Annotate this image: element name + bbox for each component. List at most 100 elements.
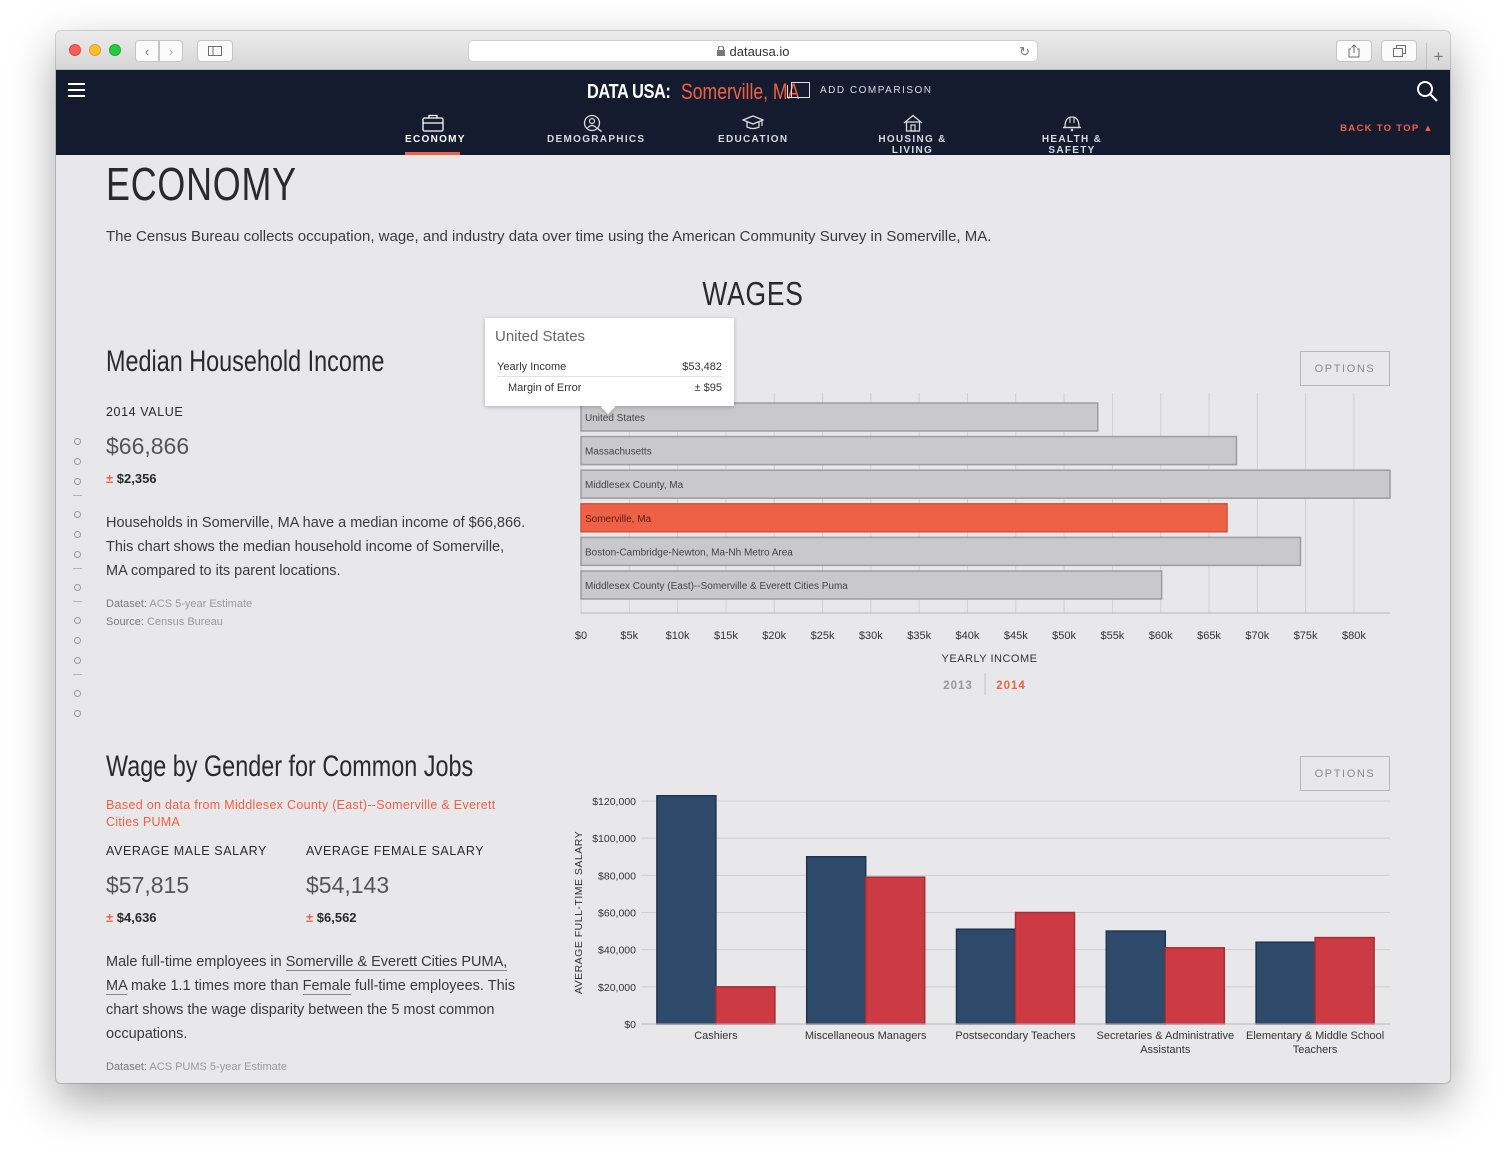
minimize-window-button[interactable] [89,44,101,56]
gender-text: Male full-time employees in [106,954,286,970]
x-tick-label: $65k [1197,630,1221,642]
page-title: ECONOMY [106,158,297,210]
plus-minus-sign: ± [306,910,314,925]
reload-icon[interactable]: ↻ [1019,44,1030,60]
section-dot[interactable] [74,617,81,624]
section-dot[interactable] [74,710,81,717]
female-bar[interactable] [715,986,776,1025]
y-tick-label: $60,000 [598,908,636,920]
dataset-link[interactable]: ACS 5-year Estimate [149,598,252,610]
x-tick-label: $80k [1342,630,1366,642]
x-tick-label: $30k [859,630,883,642]
year-toggle-2013[interactable]: 2013 [943,680,973,692]
back-to-top-link[interactable]: BACK TO TOP ▲ [1340,123,1434,134]
male-bar[interactable] [656,795,717,1025]
state-link[interactable]: MA [106,978,127,995]
income-bar[interactable] [580,503,1228,533]
add-comparison-button[interactable]: ADD COMPARISON [787,82,933,98]
comparison-icon [787,82,810,98]
male-bar[interactable] [1255,941,1316,1025]
male-bar[interactable] [805,856,867,1025]
year-toggle-2014[interactable]: 2014 [996,680,1026,692]
female-link[interactable]: Female [302,978,351,995]
section-dot[interactable] [74,637,81,644]
chart-tooltip: United States Yearly Income $53,482 Marg… [485,318,734,406]
income-value: $66,866 [106,433,190,459]
y-tick-label: $0 [624,1019,636,1031]
section-dot[interactable] [74,551,81,558]
female-salary-value: $54,143 [306,872,390,898]
section-dot[interactable] [74,657,81,664]
section-nav: ECONOMY DEMOGRAPHICS EDUCATION HOUSING &… [56,114,1450,156]
page-content: ECONOMY The Census Bureau collects occup… [56,155,1450,1083]
sidebar-toggle-button[interactable] [197,40,233,62]
menu-icon[interactable] [68,83,85,97]
x-tick-label: $0 [575,630,587,642]
section-dot[interactable] [74,478,81,485]
y-tick-label: $20,000 [598,982,636,994]
section-dot[interactable] [74,531,81,538]
x-tick-label: $15k [714,630,738,642]
female-bar[interactable] [864,876,926,1025]
x-axis-title: YEARLY INCOME [942,653,1038,665]
bar-label: Boston-Cambridge-Newton, Ma-Nh Metro Are… [585,547,793,558]
income-dataset: Dataset: ACS 5-year Estimate [106,598,252,610]
section-divider [73,674,82,675]
x-tick-label: $75k [1294,630,1318,642]
section-dot[interactable] [74,511,81,518]
back-button[interactable]: ‹ [135,40,159,62]
search-icon[interactable] [1416,80,1438,102]
tab-economy[interactable]: ECONOMY [405,114,464,155]
close-window-button[interactable] [69,44,81,56]
income-value-label: 2014 VALUE [106,405,184,419]
tabs-icon [1392,45,1406,57]
income-source: Source: Census Bureau [106,616,223,628]
lock-icon [716,46,725,56]
dataset-label: Dataset: [106,1061,147,1073]
dataset-link[interactable]: ACS PUMS 5-year Estimate [149,1061,287,1073]
x-tick-label: $25k [811,630,835,642]
x-tick-label: $70k [1245,630,1269,642]
female-bar[interactable] [1014,911,1076,1025]
new-tab-button[interactable]: + [1426,43,1450,70]
browser-toolbar: ‹ › datausa.io ↻ + [56,31,1450,70]
gender-options-button[interactable]: OPTIONS [1300,756,1390,791]
income-bar[interactable] [580,435,1238,466]
zoom-window-button[interactable] [109,44,121,56]
tab-demographics[interactable]: DEMOGRAPHICS [547,114,644,155]
tab-housing-living[interactable]: HOUSING & LIVING [859,114,966,156]
puma-link[interactable]: Somerville & Everett Cities PUMA, [285,954,508,971]
tabs-overview-button[interactable] [1381,40,1417,62]
male-salary-moe: ± $4,636 [106,910,157,925]
tab-education[interactable]: EDUCATION [718,114,788,155]
site-logo: DATA USA: [587,80,671,103]
male-bar[interactable] [1105,930,1167,1025]
female-salary-moe: ± $6,562 [306,910,357,925]
tooltip-value: ± $95 [694,382,722,394]
female-bar[interactable] [1164,947,1226,1025]
income-bar[interactable] [580,402,1099,432]
section-dot[interactable] [74,458,81,465]
section-divider [73,495,82,496]
income-bar[interactable] [580,469,1391,499]
section-dot[interactable] [74,690,81,697]
tab-health-safety[interactable]: HEALTH & SAFETY [1022,114,1122,156]
people-search-icon [583,114,602,132]
tab-economy-label: ECONOMY [405,134,466,145]
male-bar[interactable] [955,928,1017,1025]
address-bar[interactable]: datausa.io ↻ [468,40,1038,62]
income-section-title: Median Household Income [106,345,385,378]
x-tick-label: Cashiers [694,1030,738,1042]
x-tick-label: Elementary & Middle School [1246,1030,1384,1042]
section-dot[interactable] [74,584,81,591]
forward-button[interactable]: › [159,40,183,62]
source-link[interactable]: Census Bureau [147,616,223,628]
x-tick-label: $60k [1149,630,1173,642]
income-options-button[interactable]: OPTIONS [1300,351,1390,386]
section-dot[interactable] [74,438,81,445]
source-label: Source: [106,616,144,628]
share-button[interactable] [1336,40,1372,62]
browser-window: ‹ › datausa.io ↻ + DATA USA: Somerville,… [56,31,1450,1083]
female-bar[interactable] [1314,936,1375,1025]
x-tick-label: $50k [1052,630,1076,642]
